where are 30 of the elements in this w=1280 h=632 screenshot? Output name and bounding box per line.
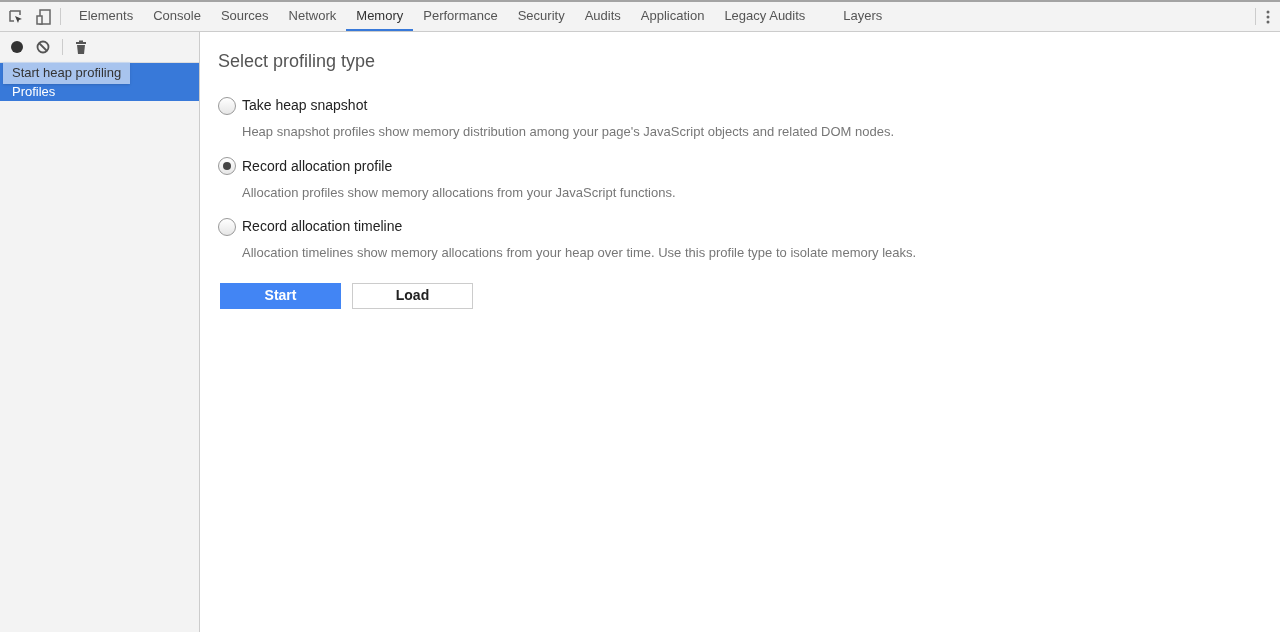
tab[interactable]: Memory bbox=[346, 2, 414, 31]
tab[interactable]: Console bbox=[143, 2, 211, 31]
radio-option[interactable]: Record allocation timeline bbox=[218, 216, 1280, 237]
start-button[interactable]: Start bbox=[220, 282, 341, 309]
tab[interactable]: Network bbox=[278, 2, 347, 31]
clear-icon[interactable] bbox=[36, 40, 50, 54]
more-icon[interactable] bbox=[1266, 9, 1270, 24]
record-icon[interactable] bbox=[10, 40, 24, 54]
option-description: Allocation profiles show memory allocations from your JavaScript functions. bbox=[242, 183, 677, 202]
tab[interactable]: Sources bbox=[210, 2, 279, 31]
option-description: Allocation timelines show memory allocations from your heap over time. Use this profile type to isolate memory leaks. bbox=[242, 244, 918, 262]
tooltip: Start heap profiling bbox=[3, 62, 131, 84]
radio-button[interactable] bbox=[218, 157, 236, 175]
tab[interactable]: Legacy Audits bbox=[714, 2, 816, 31]
tab[interactable]: Layers bbox=[833, 2, 893, 31]
trash-icon[interactable] bbox=[75, 40, 87, 54]
section-title: Select profiling type bbox=[218, 50, 377, 73]
load-button[interactable]: Load bbox=[352, 282, 473, 309]
inspect-icon[interactable] bbox=[8, 8, 24, 25]
option-description: Heap snapshot profiles show memory distribution among your page's JavaScript objects and related DOM nodes. bbox=[242, 123, 896, 141]
tab[interactable]: Application bbox=[630, 2, 715, 31]
tab[interactable]: Elements bbox=[69, 2, 144, 31]
radio-option[interactable]: Take heap snapshot bbox=[218, 95, 1280, 116]
radio-button[interactable] bbox=[218, 96, 236, 115]
tab[interactable]: Audits bbox=[574, 2, 631, 31]
device-icon[interactable] bbox=[36, 8, 52, 25]
tab[interactable]: Security bbox=[507, 2, 575, 31]
radio-option[interactable]: Record allocation profile bbox=[218, 155, 1280, 177]
radio-button[interactable] bbox=[218, 217, 236, 236]
tab[interactable]: Performance bbox=[413, 2, 508, 31]
